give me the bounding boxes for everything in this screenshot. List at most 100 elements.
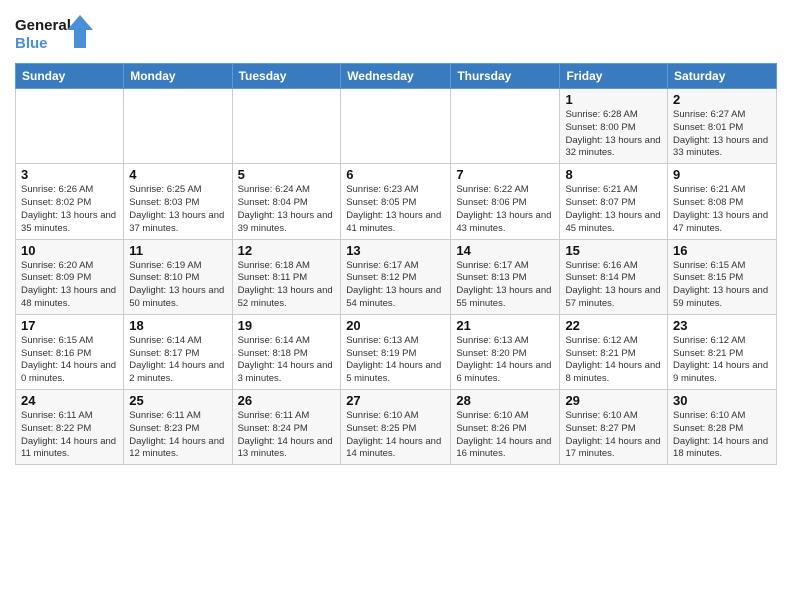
day-number: 14 [456,243,554,258]
day-info: Sunrise: 6:11 AM Sunset: 8:23 PM Dayligh… [129,410,226,461]
day-cell: 27 Sunrise: 6:10 AM Sunset: 8:25 PM Dayli… [341,390,451,465]
header-day-saturday: Saturday [668,64,777,89]
day-cell: 13 Sunrise: 6:17 AM Sunset: 8:12 PM Dayli… [341,239,451,314]
day-number: 2 [673,92,771,107]
day-number: 27 [346,393,445,408]
day-number: 7 [456,167,554,182]
page: General Blue SundayMondayTuesdayWednesda… [0,0,792,475]
day-cell: 11 Sunrise: 6:19 AM Sunset: 8:10 PM Dayli… [124,239,232,314]
day-cell: 30Sunrise: 6:10 AM Sunset: 8:28 PM Dayli… [668,390,777,465]
day-number: 8 [565,167,662,182]
day-number: 12 [238,243,336,258]
day-number: 28 [456,393,554,408]
day-cell: 14 Sunrise: 6:17 AM Sunset: 8:13 PM Dayli… [451,239,560,314]
day-number: 1 [565,92,662,107]
day-info: Sunrise: 6:10 AM Sunset: 8:25 PM Dayligh… [346,410,445,461]
day-info: Sunrise: 6:10 AM Sunset: 8:26 PM Dayligh… [456,410,554,461]
day-info: Sunrise: 6:21 AM Sunset: 8:07 PM Dayligh… [565,184,662,235]
day-cell [16,89,124,164]
day-number: 29 [565,393,662,408]
day-cell [341,89,451,164]
day-number: 4 [129,167,226,182]
day-cell: 1 Sunrise: 6:28 AM Sunset: 8:00 PM Daylig… [560,89,668,164]
day-cell: 7 Sunrise: 6:22 AM Sunset: 8:06 PM Daylig… [451,164,560,239]
day-cell: 29 Sunrise: 6:10 AM Sunset: 8:27 PM Dayli… [560,390,668,465]
day-info: Sunrise: 6:18 AM Sunset: 8:11 PM Dayligh… [238,260,336,311]
day-cell: 21 Sunrise: 6:13 AM Sunset: 8:20 PM Dayli… [451,314,560,389]
day-number: 9 [673,167,771,182]
day-cell [124,89,232,164]
day-number: 17 [21,318,118,333]
day-info: Sunrise: 6:28 AM Sunset: 8:00 PM Dayligh… [565,109,662,160]
day-cell: 24Sunrise: 6:11 AM Sunset: 8:22 PM Dayli… [16,390,124,465]
week-row-2: 10 Sunrise: 6:20 AM Sunset: 8:09 PM Dayli… [16,239,777,314]
day-info: Sunrise: 6:13 AM Sunset: 8:20 PM Dayligh… [456,335,554,386]
week-row-1: 3Sunrise: 6:26 AM Sunset: 8:02 PM Daylig… [16,164,777,239]
day-number: 16 [673,243,771,258]
day-info: Sunrise: 6:22 AM Sunset: 8:06 PM Dayligh… [456,184,554,235]
svg-text:Blue: Blue [15,35,48,52]
day-info: Sunrise: 6:17 AM Sunset: 8:12 PM Dayligh… [346,260,445,311]
day-info: Sunrise: 6:10 AM Sunset: 8:27 PM Dayligh… [565,410,662,461]
day-info: Sunrise: 6:23 AM Sunset: 8:05 PM Dayligh… [346,184,445,235]
day-info: Sunrise: 6:20 AM Sunset: 8:09 PM Dayligh… [21,260,118,311]
day-number: 11 [129,243,226,258]
day-number: 24 [21,393,118,408]
day-cell: 4Sunrise: 6:25 AM Sunset: 8:03 PM Daylig… [124,164,232,239]
day-cell: 16Sunrise: 6:15 AM Sunset: 8:15 PM Dayli… [668,239,777,314]
day-info: Sunrise: 6:13 AM Sunset: 8:19 PM Dayligh… [346,335,445,386]
day-cell: 17 Sunrise: 6:15 AM Sunset: 8:16 PM Dayli… [16,314,124,389]
day-info: Sunrise: 6:12 AM Sunset: 8:21 PM Dayligh… [565,335,662,386]
day-cell: 12 Sunrise: 6:18 AM Sunset: 8:11 PM Dayli… [232,239,341,314]
week-row-4: 24Sunrise: 6:11 AM Sunset: 8:22 PM Dayli… [16,390,777,465]
logo-svg: General Blue [15,10,95,55]
day-cell: 22Sunrise: 6:12 AM Sunset: 8:21 PM Dayli… [560,314,668,389]
day-cell: 28 Sunrise: 6:10 AM Sunset: 8:26 PM Dayli… [451,390,560,465]
day-cell: 25 Sunrise: 6:11 AM Sunset: 8:23 PM Dayli… [124,390,232,465]
day-info: Sunrise: 6:12 AM Sunset: 8:21 PM Dayligh… [673,335,771,386]
day-cell: 6 Sunrise: 6:23 AM Sunset: 8:05 PM Daylig… [341,164,451,239]
day-cell: 19Sunrise: 6:14 AM Sunset: 8:18 PM Dayli… [232,314,341,389]
header: General Blue [15,10,777,55]
day-cell: 2 Sunrise: 6:27 AM Sunset: 8:01 PM Daylig… [668,89,777,164]
day-info: Sunrise: 6:16 AM Sunset: 8:14 PM Dayligh… [565,260,662,311]
day-number: 25 [129,393,226,408]
day-number: 20 [346,318,445,333]
day-info: Sunrise: 6:15 AM Sunset: 8:16 PM Dayligh… [21,335,118,386]
day-cell: 10 Sunrise: 6:20 AM Sunset: 8:09 PM Dayli… [16,239,124,314]
day-info: Sunrise: 6:21 AM Sunset: 8:08 PM Dayligh… [673,184,771,235]
day-number: 6 [346,167,445,182]
day-number: 21 [456,318,554,333]
day-cell: 3Sunrise: 6:26 AM Sunset: 8:02 PM Daylig… [16,164,124,239]
svg-text:General: General [15,17,71,34]
day-info: Sunrise: 6:14 AM Sunset: 8:17 PM Dayligh… [129,335,226,386]
day-number: 10 [21,243,118,258]
day-number: 13 [346,243,445,258]
week-row-0: 1 Sunrise: 6:28 AM Sunset: 8:00 PM Daylig… [16,89,777,164]
header-day-thursday: Thursday [451,64,560,89]
day-info: Sunrise: 6:26 AM Sunset: 8:02 PM Dayligh… [21,184,118,235]
day-info: Sunrise: 6:19 AM Sunset: 8:10 PM Dayligh… [129,260,226,311]
header-day-sunday: Sunday [16,64,124,89]
day-cell: 26 Sunrise: 6:11 AM Sunset: 8:24 PM Dayli… [232,390,341,465]
day-info: Sunrise: 6:11 AM Sunset: 8:24 PM Dayligh… [238,410,336,461]
day-info: Sunrise: 6:27 AM Sunset: 8:01 PM Dayligh… [673,109,771,160]
day-cell: 18 Sunrise: 6:14 AM Sunset: 8:17 PM Dayli… [124,314,232,389]
header-day-wednesday: Wednesday [341,64,451,89]
day-number: 23 [673,318,771,333]
week-row-3: 17 Sunrise: 6:15 AM Sunset: 8:16 PM Dayli… [16,314,777,389]
day-number: 26 [238,393,336,408]
day-cell: 15 Sunrise: 6:16 AM Sunset: 8:14 PM Dayli… [560,239,668,314]
day-number: 18 [129,318,226,333]
header-day-tuesday: Tuesday [232,64,341,89]
day-info: Sunrise: 6:10 AM Sunset: 8:28 PM Dayligh… [673,410,771,461]
header-day-monday: Monday [124,64,232,89]
day-number: 5 [238,167,336,182]
day-info: Sunrise: 6:17 AM Sunset: 8:13 PM Dayligh… [456,260,554,311]
header-day-friday: Friday [560,64,668,89]
day-cell: 5 Sunrise: 6:24 AM Sunset: 8:04 PM Daylig… [232,164,341,239]
day-cell: 20 Sunrise: 6:13 AM Sunset: 8:19 PM Dayli… [341,314,451,389]
day-number: 15 [565,243,662,258]
day-cell: 23 Sunrise: 6:12 AM Sunset: 8:21 PM Dayli… [668,314,777,389]
day-info: Sunrise: 6:24 AM Sunset: 8:04 PM Dayligh… [238,184,336,235]
